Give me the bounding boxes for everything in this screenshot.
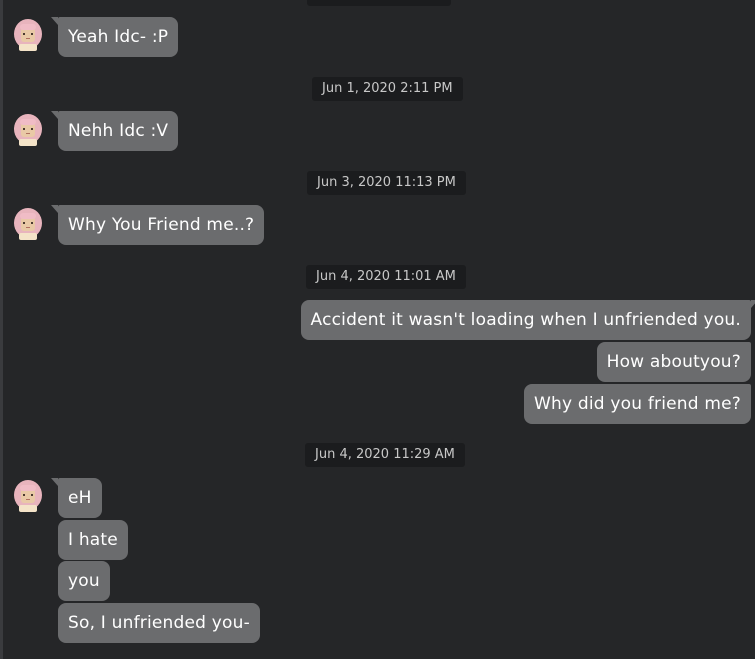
message-text: eH bbox=[68, 488, 92, 508]
message-bubble[interactable]: Why You Friend me..? bbox=[50, 205, 265, 245]
message-text: Why did you friend me? bbox=[534, 394, 741, 414]
message-bubble[interactable]: Yeah Idc- :P bbox=[50, 17, 179, 57]
message-bubble-outgoing[interactable]: Why did you friend me? bbox=[524, 384, 751, 424]
timestamp: Jun 4, 2020 11:01 AM bbox=[306, 265, 466, 289]
message-bubble[interactable]: Nehh Idc :V bbox=[50, 111, 179, 151]
message-text: Accident it wasn't loading when I unfrie… bbox=[310, 310, 741, 330]
friend-avatar-icon[interactable] bbox=[13, 207, 43, 241]
message-bubble[interactable]: I hate bbox=[58, 520, 128, 560]
message-text: Why You Friend me..? bbox=[68, 215, 255, 235]
message-bubble[interactable]: So, I unfriended you- bbox=[58, 603, 260, 643]
timestamp: Jun 1, 2020 2:11 PM bbox=[312, 77, 463, 101]
chat-history[interactable]: Yeah Idc- :P Jun 1, 2020 2:11 PM Nehh Id… bbox=[0, 0, 755, 659]
message-bubble-outgoing[interactable]: Accident it wasn't loading when I unfrie… bbox=[300, 300, 755, 340]
friend-avatar-icon[interactable] bbox=[13, 18, 43, 52]
message-text: So, I unfriended you- bbox=[68, 613, 250, 633]
message-bubble[interactable]: eH bbox=[51, 478, 102, 518]
message-text: Yeah Idc- :P bbox=[68, 27, 169, 47]
friend-avatar-icon[interactable] bbox=[13, 479, 43, 513]
friend-avatar-icon[interactable] bbox=[13, 113, 43, 147]
message-bubble-outgoing[interactable]: How aboutyou? bbox=[596, 342, 751, 382]
message-text: Nehh Idc :V bbox=[68, 121, 169, 141]
timestamp: Jun 4, 2020 11:29 AM bbox=[305, 443, 465, 467]
timestamp: Jun 3, 2020 11:13 PM bbox=[307, 171, 466, 195]
message-text: I hate bbox=[68, 530, 118, 550]
message-text: How aboutyou? bbox=[606, 352, 741, 372]
timestamp-clipped bbox=[307, 0, 451, 6]
message-bubble[interactable]: you bbox=[58, 561, 110, 601]
message-text: you bbox=[68, 571, 100, 591]
